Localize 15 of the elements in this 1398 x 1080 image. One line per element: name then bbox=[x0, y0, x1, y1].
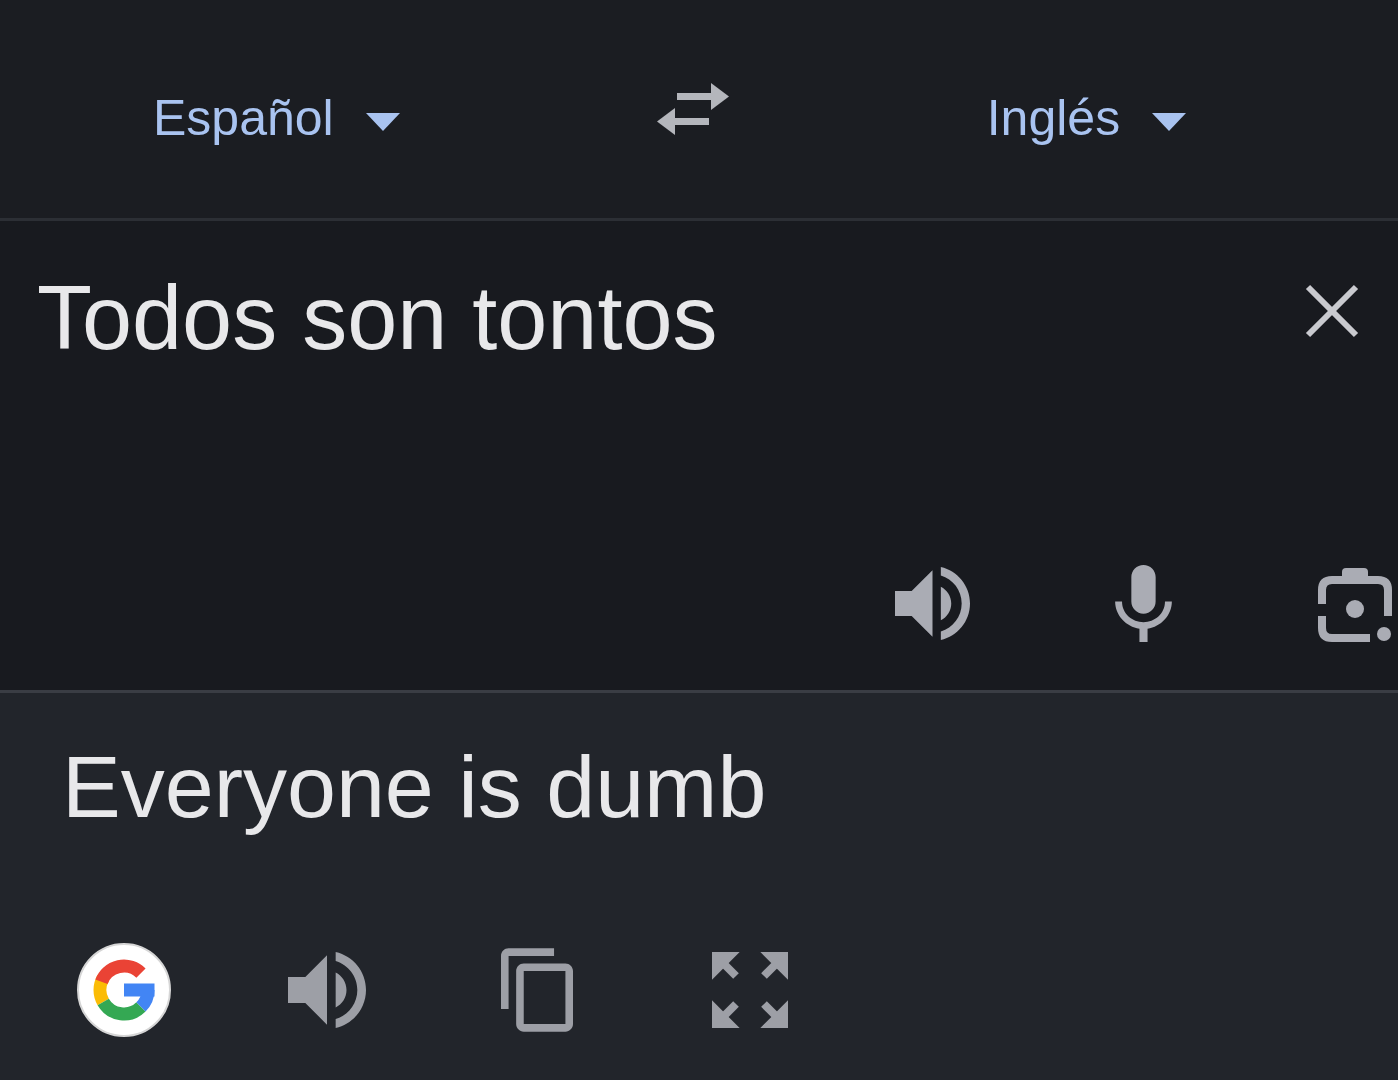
swap-icon[interactable] bbox=[654, 81, 731, 137]
microphone-icon[interactable] bbox=[1115, 565, 1172, 642]
translation-text: Everyone is dumb bbox=[62, 736, 767, 838]
copy-icon[interactable] bbox=[501, 948, 573, 1032]
camera-lens-icon[interactable] bbox=[1318, 565, 1392, 642]
fullscreen-icon[interactable] bbox=[712, 952, 788, 1028]
g-logo-icon[interactable] bbox=[76, 942, 172, 1038]
source-language-dropdown[interactable]: Español bbox=[153, 90, 400, 146]
caret-icon bbox=[365, 113, 400, 131]
speaker-icon[interactable] bbox=[288, 951, 366, 1029]
caret-icon bbox=[1152, 113, 1187, 131]
speaker-icon[interactable] bbox=[895, 566, 970, 641]
target-language-dropdown[interactable]: Inglés bbox=[986, 90, 1187, 146]
close-icon[interactable] bbox=[1304, 283, 1360, 339]
source-text-field[interactable]: Todos son tontos bbox=[37, 267, 1284, 371]
